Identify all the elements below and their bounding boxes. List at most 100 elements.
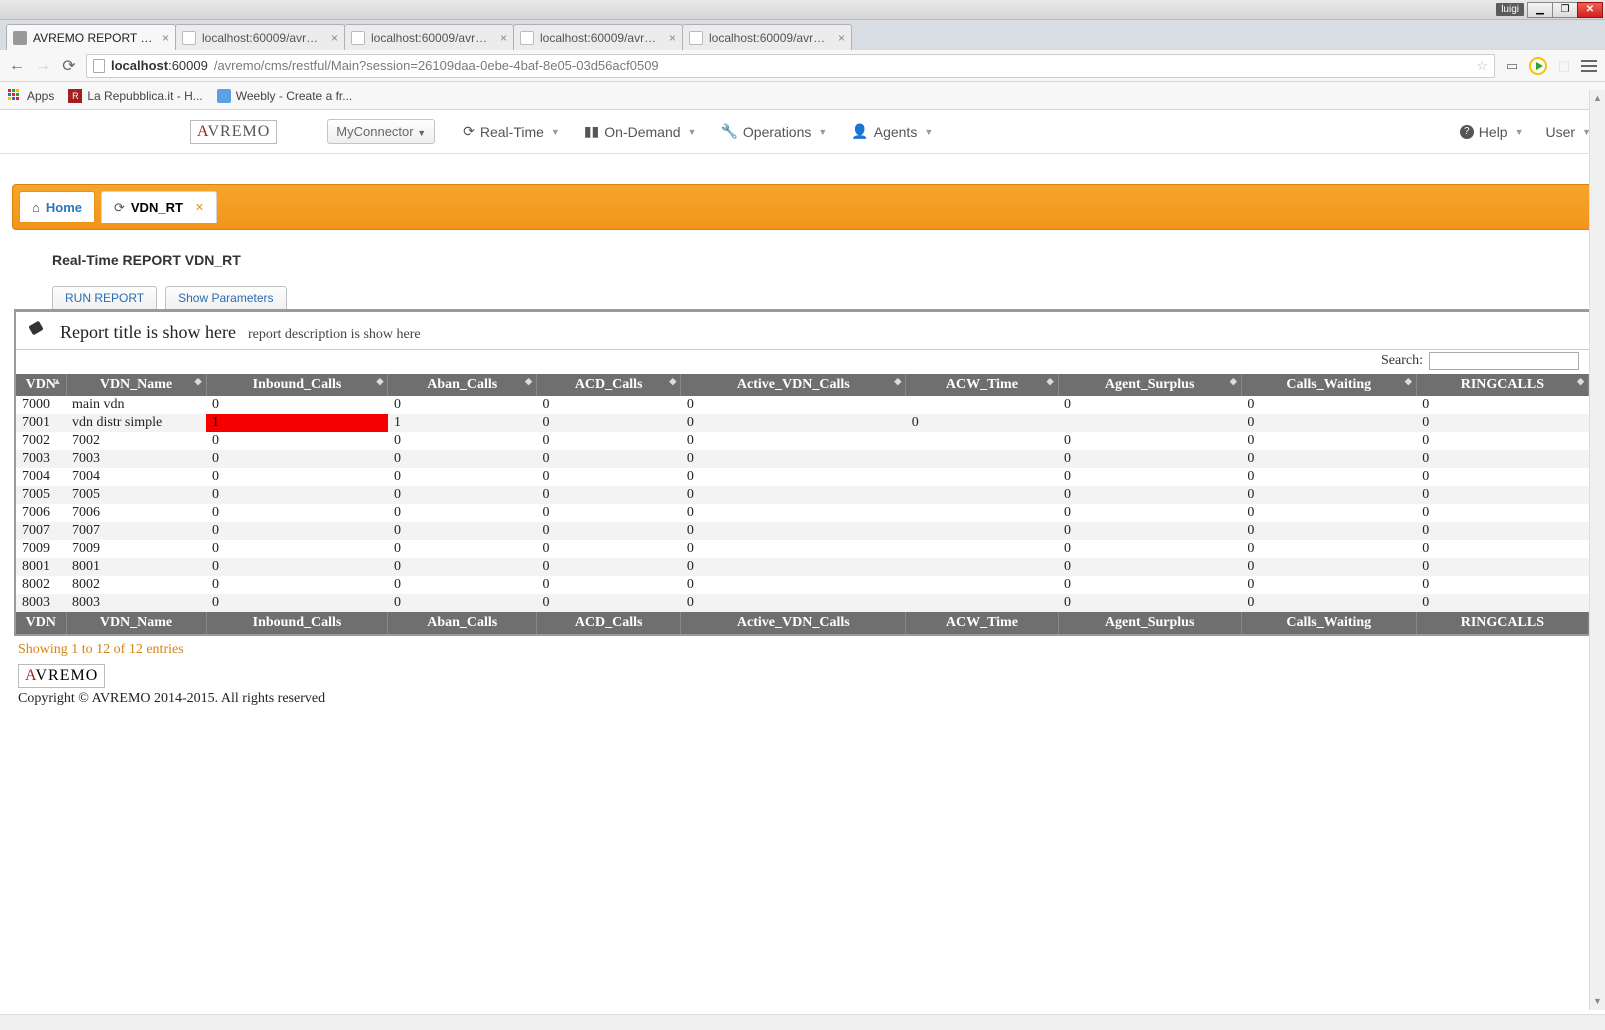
cell-acw — [906, 594, 1058, 612]
nav-agents[interactable]: 👤Agents▼ — [851, 123, 933, 140]
minimize-button[interactable]: ▁ — [1527, 2, 1553, 18]
cell-acd: 0 — [537, 432, 681, 450]
cell-acd: 0 — [537, 540, 681, 558]
tab-title: AVREMO REPORT EXPLOR — [33, 31, 154, 45]
col-inbound_calls[interactable]: Inbound_Calls◆ — [206, 374, 388, 396]
cell-surplus: 0 — [1058, 504, 1241, 522]
cell-ring: 0 — [1416, 522, 1588, 540]
col-active_vdn_calls[interactable]: Active_VDN_Calls◆ — [681, 374, 906, 396]
table-row: 700470040000000 — [16, 468, 1589, 486]
browser-tab[interactable]: localhost:60009/avremo/c × — [175, 24, 345, 50]
cell-waiting: 0 — [1241, 468, 1416, 486]
extension-play-icon[interactable] — [1529, 57, 1547, 75]
cell-aban: 0 — [388, 486, 537, 504]
bookmark-icon: R — [68, 89, 82, 103]
tab-home[interactable]: ⌂ Home — [19, 191, 95, 223]
user-menu[interactable]: User▼ — [1546, 124, 1591, 140]
cell-inbound: 0 — [206, 486, 388, 504]
cell-ring: 0 — [1416, 432, 1588, 450]
report-controls: RUN REPORT Show Parameters — [52, 286, 1605, 309]
address-bar[interactable]: localhost:60009/avremo/cms/restful/Main?… — [86, 54, 1495, 78]
bookmark-item[interactable]: Weebly - Create a fr... — [217, 89, 353, 103]
cell-name: vdn distr simple — [66, 414, 206, 432]
tab-close-icon[interactable]: × — [162, 31, 169, 45]
browser-tab[interactable]: localhost:60009/avremo/c × — [682, 24, 852, 50]
cell-surplus: 0 — [1058, 450, 1241, 468]
cell-aban: 1 — [388, 414, 537, 432]
search-input[interactable] — [1429, 352, 1579, 370]
cell-inbound: 1 — [206, 414, 388, 432]
url-host: localhost:60009 — [111, 58, 208, 73]
col-vdn[interactable]: VDN▲ — [16, 374, 66, 396]
tab-vdn-label: VDN_RT — [131, 200, 183, 215]
nav-label: Operations — [743, 124, 811, 140]
tab-home-label: Home — [46, 200, 82, 215]
home-icon: ⌂ — [32, 200, 40, 215]
cell-waiting: 0 — [1241, 396, 1416, 414]
chrome-menu-icon[interactable] — [1581, 60, 1597, 72]
col-agent_surplus[interactable]: Agent_Surplus◆ — [1058, 374, 1241, 396]
favicon-icon — [520, 31, 534, 45]
cell-aban: 0 — [388, 432, 537, 450]
forward-button[interactable]: → — [34, 57, 52, 75]
report-header-desc: report description is show here — [248, 327, 421, 343]
nav-operations[interactable]: 🔧Operations▼ — [720, 123, 827, 140]
tab-vdn-rt[interactable]: ⟳ VDN_RT ✕ — [101, 191, 217, 223]
help-menu[interactable]: ?Help▼ — [1460, 124, 1524, 140]
cell-aban: 0 — [388, 558, 537, 576]
star-icon[interactable]: ☆ — [1476, 58, 1488, 74]
show-parameters-button[interactable]: Show Parameters — [165, 286, 286, 309]
cell-acd: 0 — [537, 396, 681, 414]
cell-waiting: 0 — [1241, 522, 1416, 540]
col-calls_waiting[interactable]: Calls_Waiting◆ — [1241, 374, 1416, 396]
col-vdn_name[interactable]: VDN_Name◆ — [66, 374, 206, 396]
cell-acw — [906, 450, 1058, 468]
cell-inbound: 0 — [206, 594, 388, 612]
tab-close-icon[interactable]: × — [669, 31, 676, 45]
col-acw_time[interactable]: ACW_Time◆ — [906, 374, 1058, 396]
cell-surplus: 0 — [1058, 576, 1241, 594]
browser-tab[interactable]: AVREMO REPORT EXPLOR × — [6, 24, 176, 50]
cell-acw — [906, 522, 1058, 540]
bookmark-item[interactable]: Apps — [8, 89, 54, 103]
vertical-scrollbar[interactable]: ▲ ▼ — [1589, 90, 1605, 1010]
report-title: Real-Time REPORT VDN_RT — [52, 252, 1605, 268]
tab-close-icon[interactable]: ✕ — [195, 201, 204, 214]
cell-ring: 0 — [1416, 468, 1588, 486]
user-badge: luigi — [1496, 3, 1524, 16]
back-button[interactable]: ← — [8, 57, 26, 75]
horizontal-scrollbar[interactable] — [0, 1014, 1605, 1030]
maximize-button[interactable]: ❐ — [1552, 2, 1578, 18]
cell-vdn: 7003 — [16, 450, 66, 468]
tab-close-icon[interactable]: × — [838, 31, 845, 45]
reload-button[interactable]: ⟳ — [60, 57, 78, 75]
run-report-button[interactable]: RUN REPORT — [52, 286, 157, 309]
cell-aban: 0 — [388, 504, 537, 522]
cell-ring: 0 — [1416, 576, 1588, 594]
cell-active: 0 — [681, 594, 906, 612]
site-info-icon[interactable] — [93, 59, 105, 73]
cell-inbound: 0 — [206, 468, 388, 486]
table-row: 700270020000000 — [16, 432, 1589, 450]
tab-close-icon[interactable]: × — [500, 31, 507, 45]
cell-acw: 0 — [906, 414, 1058, 432]
cell-waiting: 0 — [1241, 540, 1416, 558]
cell-surplus: 0 — [1058, 594, 1241, 612]
nav-ondemand[interactable]: ▮▮On-Demand▼ — [584, 123, 697, 140]
cell-aban: 0 — [388, 540, 537, 558]
cast-icon[interactable]: ▭ — [1503, 57, 1521, 75]
table-row: 700370030000000 — [16, 450, 1589, 468]
browser-tab[interactable]: localhost:60009/avremo/c × — [513, 24, 683, 50]
connector-dropdown[interactable]: MyConnector ▼ — [327, 119, 435, 144]
col-ringcalls[interactable]: RINGCALLS◆ — [1416, 374, 1588, 396]
cell-inbound: 0 — [206, 540, 388, 558]
extension-icon[interactable]: ⬚ — [1555, 57, 1573, 75]
nav-realtime[interactable]: ⟳Real-Time▼ — [463, 123, 560, 140]
col-acd_calls[interactable]: ACD_Calls◆ — [537, 374, 681, 396]
close-button[interactable]: ✕ — [1577, 2, 1603, 18]
browser-tab[interactable]: localhost:60009/avremo/c × — [344, 24, 514, 50]
cell-vdn: 8002 — [16, 576, 66, 594]
tab-close-icon[interactable]: × — [331, 31, 338, 45]
bookmark-item[interactable]: RLa Repubblica.it - H... — [68, 89, 202, 103]
col-aban_calls[interactable]: Aban_Calls◆ — [388, 374, 537, 396]
